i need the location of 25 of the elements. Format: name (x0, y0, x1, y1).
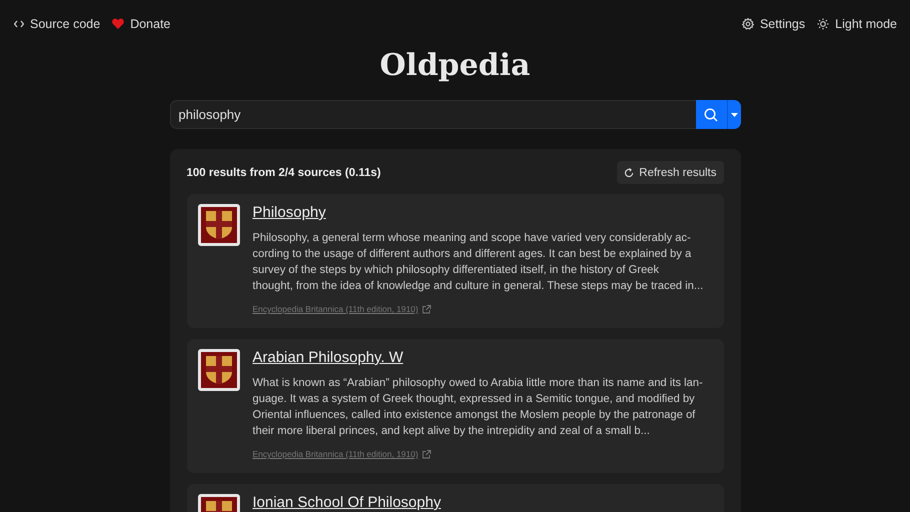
search-button[interactable] (696, 100, 726, 129)
caret-icon (730, 112, 738, 116)
sun-icon (817, 18, 830, 30)
result-title-link[interactable]: Arabian Philosophy. W (252, 349, 404, 366)
search-field[interactable]: philosophy (170, 100, 696, 129)
refresh-button[interactable]: Refresh results (617, 161, 724, 184)
external-link-icon (422, 450, 432, 458)
code-icon (14, 20, 24, 28)
settings-link[interactable]: Settings (742, 11, 806, 36)
result-title-link[interactable]: Philosophy (252, 204, 326, 221)
source-logo-icon (198, 204, 240, 246)
settings-icon (742, 18, 754, 30)
site-logo: Oldpedia (380, 47, 530, 85)
result-snippet: Philosophy, a general term whose meaning and scope have varied very considerably ac- cording to the usage of different authors and different ages. It can best be explained by a survey of the steps by which philosophy differentiated itself, in the history of Greek thought, from the idea of knowledge and culture in general. These steps may be traced in... (252, 231, 704, 294)
refresh-icon (624, 168, 634, 178)
source-logo-icon (198, 349, 240, 391)
source-code-link[interactable]: Source code (14, 11, 100, 36)
external-link-icon (422, 304, 432, 314)
theme-toggle-link[interactable]: Light mode (817, 11, 897, 36)
dropdown-button[interactable] (726, 100, 740, 129)
results-summary: 100 results from 2/4 sources (0.11s) (186, 166, 381, 178)
search-icon (704, 108, 718, 122)
heart-icon (112, 18, 124, 29)
donate-link[interactable]: Donate (112, 11, 170, 36)
result-snippet: What is known as “Arabian” philosophy owed to Arabia little more than its name and its lan- guage. It was a system of Greek thought, expressed in a Semitic tongue, and modified by Oriental influences, called into existence amongst the Moslem people by the patronage of their more liberal princes, and kept alive by the intrepidity and zeal of a small b... (252, 376, 703, 439)
